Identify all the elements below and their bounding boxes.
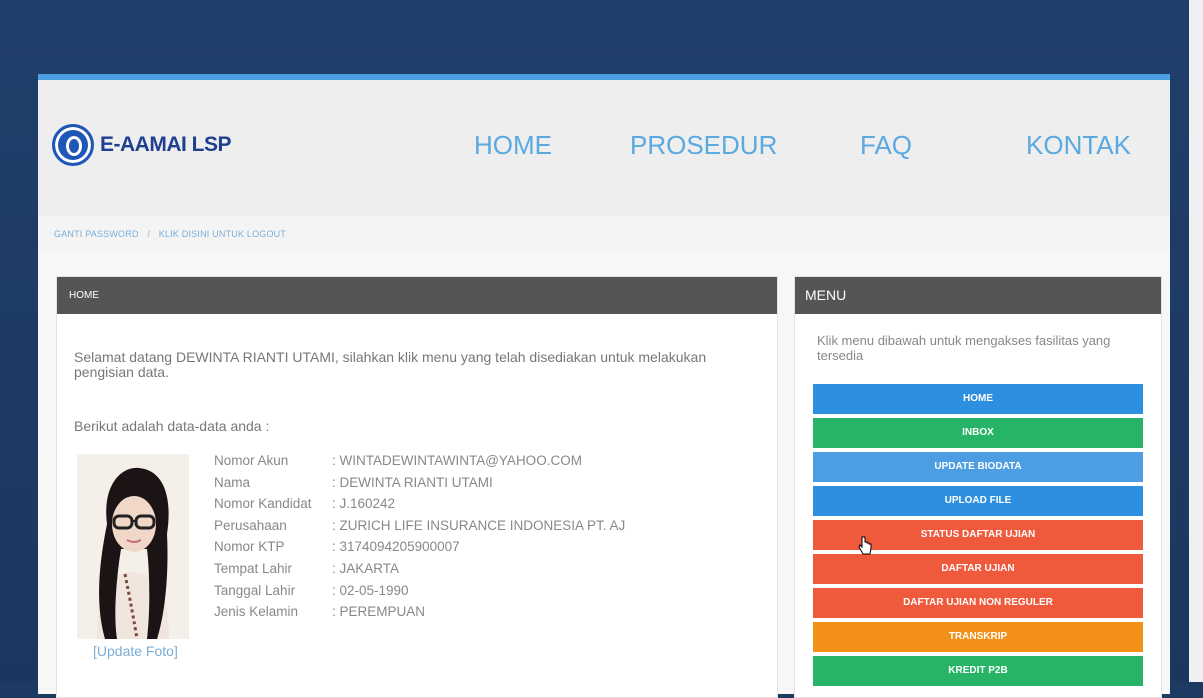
profile-data: Nomor Akun: WINTADEWINTAWINTA@YAHOO.COM … [214, 453, 625, 626]
field-value: : DEWINTA RIANTI UTAMI [332, 474, 493, 490]
menu-home-button[interactable]: HOME [813, 384, 1143, 414]
field-value: : WINTADEWINTAWINTA@YAHOO.COM [332, 453, 582, 468]
data-row: Tempat Lahir : JAKARTA [214, 561, 625, 583]
update-photo-link[interactable]: [Update Foto] [93, 643, 178, 659]
field-value: : JAKARTA [332, 560, 400, 576]
field-label: Nomor Kandidat [214, 496, 312, 512]
field-label: Tanggal Lahir [214, 582, 296, 598]
home-panel: HOME Selamat datang DEWINTA RIANTI UTAMI… [56, 276, 778, 698]
site-header: E-AAMAI LSP HOME PROSEDUR FAQ KONTAK [38, 80, 1170, 216]
nav-faq[interactable]: FAQ [860, 130, 912, 161]
welcome-text: Selamat datang DEWINTA RIANTI UTAMI, sil… [74, 349, 707, 380]
logo-icon [52, 124, 94, 166]
user-subnav: GANTI PASSWORD / KLIK DISINI UNTUK LOGOU… [38, 216, 1170, 250]
data-row: Nama : DEWINTA RIANTI UTAMI [214, 475, 625, 497]
menu-upload-file-button[interactable]: UPLOAD FILE [813, 486, 1143, 516]
nav-kontak[interactable]: KONTAK [1026, 130, 1131, 161]
window-edge [1189, 0, 1203, 682]
field-label: Nomor Akun [214, 453, 289, 468]
data-intro-text: Berikut adalah data-data anda : [74, 418, 270, 434]
menu-daftar-ujian-non-reguler-button[interactable]: DAFTAR UJIAN NON REGULER [813, 588, 1143, 618]
field-value: : ZURICH LIFE INSURANCE INDONESIA PT. AJ [332, 517, 626, 533]
field-label: Jenis Kelamin [214, 604, 299, 620]
change-password-link[interactable]: GANTI PASSWORD [54, 229, 139, 239]
menu-intro-text: Klik menu dibawah untuk mengakses fasili… [817, 333, 1111, 363]
menu-inbox-button[interactable]: INBOX [813, 418, 1143, 448]
nav-prosedur[interactable]: PROSEDUR [630, 130, 777, 161]
data-row: Nomor Akun : WINTADEWINTAWINTA@YAHOO.COM [214, 453, 625, 475]
web-page: E-AAMAI LSP HOME PROSEDUR FAQ KONTAK GAN… [38, 74, 1170, 698]
site-logo[interactable]: E-AAMAI LSP [52, 124, 232, 166]
data-row: Perusahaan : ZURICH LIFE INSURANCE INDONE… [214, 518, 625, 540]
menu-panel: MENU Klik menu dibawah untuk mengakses f… [794, 276, 1162, 698]
field-label: Nomor KTP [214, 539, 285, 555]
home-panel-title: HOME [57, 277, 777, 314]
menu-daftar-ujian-button[interactable]: DAFTAR UJIAN [813, 554, 1143, 584]
data-row: Nomor Kandidat : J.160242 [214, 496, 625, 518]
field-value: : PEREMPUAN [332, 604, 426, 620]
menu-transkrip-button[interactable]: TRANSKRIP [813, 622, 1143, 652]
field-value: : 3174094205900007 [332, 539, 460, 555]
field-label: Tempat Lahir [214, 560, 293, 576]
pointer-cursor-icon [858, 536, 872, 555]
nav-home[interactable]: HOME [474, 130, 552, 161]
logo-text: E-AAMAI LSP [100, 133, 232, 156]
profile-photo [77, 454, 189, 639]
menu-panel-title: MENU [795, 277, 1161, 314]
logout-link[interactable]: KLIK DISINI UNTUK LOGOUT [159, 229, 286, 239]
menu-update-biodata-button[interactable]: UPDATE BIODATA [813, 452, 1143, 482]
data-row: Tanggal Lahir : 02-05-1990 [214, 583, 625, 605]
subnav-separator: / [147, 229, 151, 239]
field-label: Nama [214, 474, 251, 490]
field-label: Perusahaan [214, 517, 287, 533]
field-value: : J.160242 [332, 496, 396, 512]
data-row: Nomor KTP : 3174094205900007 [214, 539, 625, 561]
field-value: : 02-05-1990 [332, 582, 409, 598]
data-row: Jenis Kelamin : PEREMPUAN [214, 604, 625, 626]
